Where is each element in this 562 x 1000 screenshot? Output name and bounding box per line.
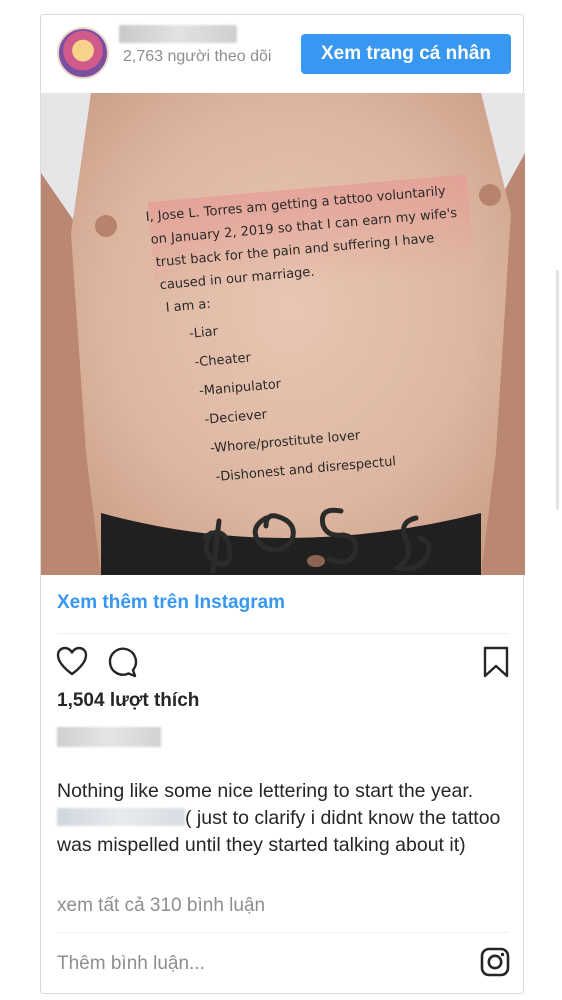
post-caption: Nothing like some nice lettering to star…	[57, 778, 517, 859]
bookmark-icon[interactable]	[479, 645, 513, 679]
mentioned-user-redacted	[57, 808, 185, 826]
heart-icon[interactable]	[55, 645, 89, 679]
see-more-on-instagram-link[interactable]: Xem thêm trên Instagram	[57, 592, 285, 614]
view-profile-button[interactable]: Xem trang cá nhân	[301, 34, 511, 74]
tattoo-line-6: -Liar	[188, 324, 219, 342]
comment-icon[interactable]	[105, 645, 139, 679]
scrollbar[interactable]	[556, 270, 559, 510]
tattoo-photo-illustration: I, Jose L. Torres am getting a tattoo vo…	[41, 93, 525, 575]
like-count[interactable]: 1,504 lượt thích	[57, 690, 199, 712]
instagram-icon[interactable]	[479, 946, 511, 978]
divider	[57, 633, 509, 634]
username-redacted	[119, 25, 237, 43]
action-bar	[41, 645, 523, 685]
view-all-comments-link[interactable]: xem tất cả 310 bình luận	[57, 895, 265, 917]
follower-count: 2,763 người theo dõi	[123, 48, 272, 65]
profile-avatar[interactable]	[57, 27, 109, 79]
post-photo[interactable]: I, Jose L. Torres am getting a tattoo vo…	[41, 93, 525, 575]
divider	[57, 932, 509, 933]
caption-text-start: Nothing like some nice lettering to star…	[57, 780, 474, 802]
post-header: 2,763 người theo dõi Xem trang cá nhân	[41, 15, 523, 93]
tagged-user-redacted	[57, 727, 161, 747]
add-comment-input[interactable]: Thêm bình luận...	[57, 953, 205, 975]
instagram-embed-card: 2,763 người theo dõi Xem trang cá nhân I…	[40, 14, 525, 994]
